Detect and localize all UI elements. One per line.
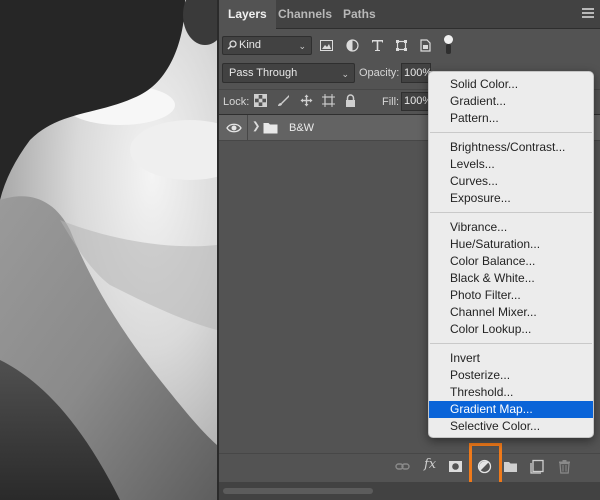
chevron-right-icon[interactable]: ❯ (252, 121, 260, 132)
menu-item-invert[interactable]: Invert (429, 350, 593, 367)
mask-icon[interactable] (448, 459, 463, 474)
lock-position-icon[interactable] (300, 94, 313, 107)
panel-tab-bar: Layers Channels Paths (219, 0, 600, 30)
menu-item-gradient[interactable]: Gradient... (429, 93, 593, 110)
menu-item-solid-color[interactable]: Solid Color... (429, 76, 593, 93)
fill-field[interactable]: 100% (401, 92, 432, 111)
blend-mode-value: Pass Through (229, 67, 298, 79)
adjustment-layer-menu: Solid Color... Gradient... Pattern... Br… (428, 71, 594, 438)
filter-kind-label: Kind (239, 39, 262, 51)
chevron-down-icon: ⌄ (341, 69, 349, 79)
lock-image-pixels-icon[interactable] (277, 94, 290, 107)
chevron-down-icon: ⌄ (298, 41, 306, 51)
fx-icon[interactable]: fx (424, 457, 436, 472)
smart-object-filter-icon[interactable] (419, 39, 432, 52)
menu-item-selective-color[interactable]: Selective Color... (429, 418, 593, 435)
layers-bottom-bar: fx (219, 453, 600, 478)
lock-transparency-icon[interactable] (254, 94, 267, 107)
menu-item-threshold[interactable]: Threshold... (429, 384, 593, 401)
menu-item-exposure[interactable]: Exposure... (429, 190, 593, 207)
search-icon (227, 40, 237, 50)
blend-mode-select[interactable]: Pass Through ⌄ (222, 63, 355, 83)
shape-layer-filter-icon[interactable] (395, 39, 408, 52)
menu-item-pattern[interactable]: Pattern... (429, 110, 593, 127)
lock-artboard-icon[interactable] (322, 94, 335, 107)
pixel-layer-filter-icon[interactable] (320, 39, 333, 52)
fill-label: Fill: (382, 96, 400, 108)
menu-item-hue-saturation[interactable]: Hue/Saturation... (429, 236, 593, 253)
black-and-white-photo (0, 0, 217, 500)
tab-layers[interactable]: Layers (219, 0, 276, 30)
opacity-field[interactable]: 100% (401, 63, 432, 83)
menu-separator (429, 338, 593, 350)
menu-separator (429, 127, 593, 139)
menu-separator (429, 207, 593, 219)
menu-item-color-balance[interactable]: Color Balance... (429, 253, 593, 270)
lock-label: Lock: (223, 96, 250, 108)
menu-item-photo-filter[interactable]: Photo Filter... (429, 287, 593, 304)
layer-name[interactable]: B&W (289, 122, 314, 134)
menu-item-channel-mixer[interactable]: Channel Mixer... (429, 304, 593, 321)
panel-scrollbar[interactable] (219, 482, 600, 500)
tab-channels[interactable]: Channels (269, 0, 341, 29)
lock-all-icon[interactable] (344, 94, 357, 107)
adjustment-layer-filter-icon[interactable] (346, 39, 359, 52)
scrollbar-thumb[interactable] (223, 488, 373, 494)
menu-item-posterize[interactable]: Posterize... (429, 367, 593, 384)
menu-item-color-lookup[interactable]: Color Lookup... (429, 321, 593, 338)
menu-item-gradient-map[interactable]: Gradient Map... (429, 401, 593, 418)
type-layer-filter-icon[interactable] (371, 39, 384, 52)
folder-icon (263, 123, 278, 134)
menu-item-brightness-contrast[interactable]: Brightness/Contrast... (429, 139, 593, 156)
filter-kind-select[interactable]: Kind ⌄ (222, 36, 312, 55)
menu-item-curves[interactable]: Curves... (429, 173, 593, 190)
link-icon[interactable] (395, 459, 410, 474)
filter-toggle-switch[interactable] (444, 35, 453, 55)
folder-icon[interactable] (503, 459, 518, 474)
layer-filter-row: Kind ⌄ (219, 34, 600, 56)
trash-icon[interactable] (557, 459, 572, 474)
menu-item-black-white[interactable]: Black & White... (429, 270, 593, 287)
eye-visibility-icon[interactable] (226, 122, 242, 134)
menu-item-levels[interactable]: Levels... (429, 156, 593, 173)
adjustment-button-highlight (469, 443, 502, 485)
opacity-label: Opacity: (359, 67, 400, 79)
canvas-photo (0, 0, 217, 500)
panel-menu-icon[interactable] (582, 8, 594, 18)
menu-item-vibrance[interactable]: Vibrance... (429, 219, 593, 236)
tab-paths[interactable]: Paths (334, 0, 385, 29)
visibility-column-divider (247, 115, 248, 141)
new-layer-icon[interactable] (530, 459, 545, 474)
